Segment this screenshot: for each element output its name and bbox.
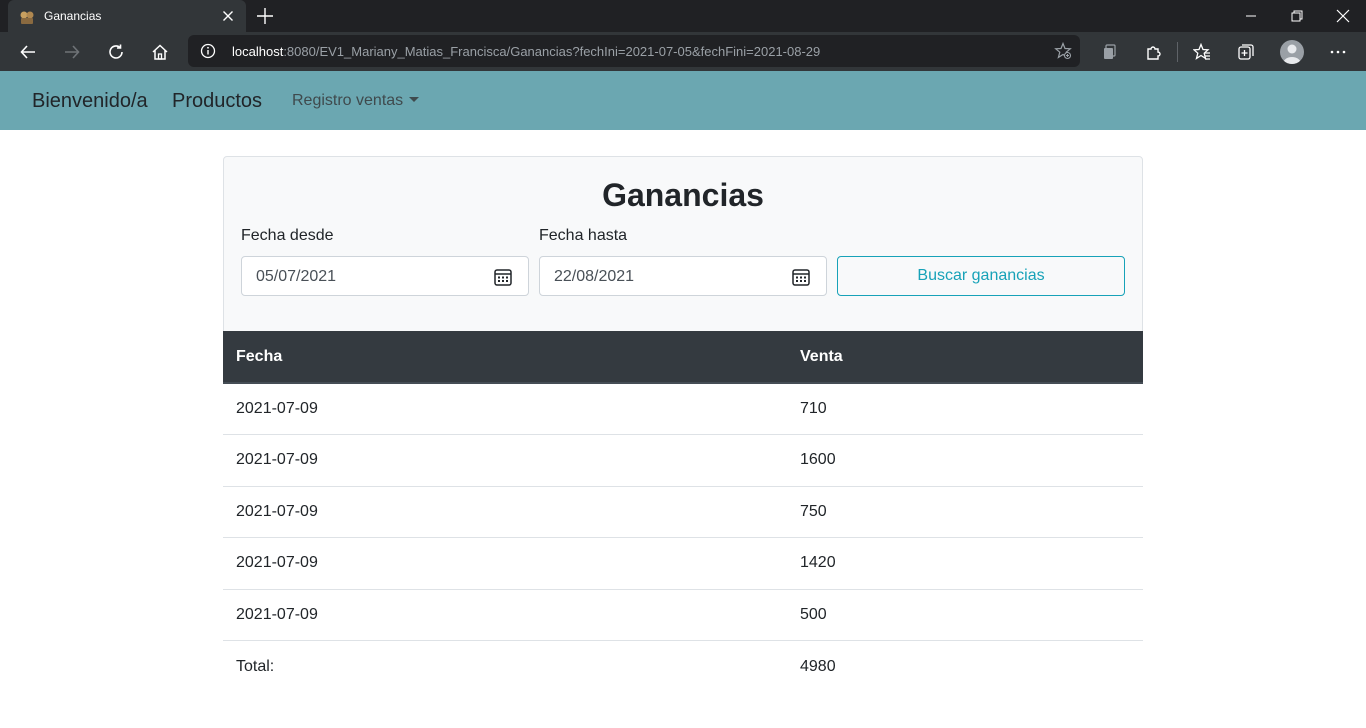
url-host: localhost — [232, 44, 284, 59]
back-arrow-icon — [20, 45, 35, 59]
cell-fecha: 2021-07-09 — [223, 434, 787, 487]
fecha-desde-label: Fecha desde — [241, 227, 334, 244]
page-title: Ganancias — [602, 177, 764, 213]
copy-pages-icon — [1104, 44, 1116, 59]
settings-menu-button[interactable] — [1323, 37, 1353, 67]
cell-fecha: 2021-07-09 — [223, 383, 787, 435]
site-favicon-icon — [20, 11, 34, 24]
cell-fecha: 2021-07-09 — [223, 537, 787, 590]
total-value: 4980 — [800, 657, 836, 675]
calendar-icon[interactable] — [493, 267, 513, 287]
forward-button[interactable] — [57, 37, 87, 67]
table-row: 2021-07-09 1420 — [223, 537, 1143, 590]
read-aloud-button[interactable] — [1094, 37, 1124, 67]
site-navbar: Bienvenido/a Productos Registro ventas — [0, 71, 1366, 130]
calendar-icon[interactable] — [791, 267, 811, 287]
caret-down-icon — [409, 97, 420, 102]
table-total-row: Total: 4980 — [223, 641, 1143, 693]
extensions-button[interactable] — [1139, 37, 1169, 67]
profile-avatar[interactable] — [1280, 40, 1304, 64]
table-row: 2021-07-09 750 — [223, 486, 1143, 538]
back-button[interactable] — [13, 37, 43, 67]
address-bar[interactable]: localhost:8080/EV1_Mariany_Matias_Franci… — [188, 35, 1080, 67]
navbar-brand[interactable]: Bienvenido/a — [32, 90, 148, 113]
search-card: Ganancias Fecha desde 05/07/2021 Fecha h… — [223, 156, 1143, 332]
header-fecha: Fecha — [223, 331, 787, 384]
reload-icon — [109, 44, 123, 59]
cell-venta: 500 — [787, 589, 1143, 641]
cell-venta: 1420 — [787, 537, 1143, 590]
nav-dropdown-label: Registro ventas — [292, 92, 404, 109]
table-row: 2021-07-09 500 — [223, 589, 1143, 641]
cell-venta: 710 — [787, 383, 1143, 435]
cell-venta: 750 — [787, 486, 1143, 538]
table-row: 2021-07-09 1600 — [223, 434, 1143, 487]
reload-button[interactable] — [101, 37, 131, 67]
toolbar-separator — [1177, 42, 1178, 62]
url-path: :8080/EV1_Mariany_Matias_Francisca/Ganan… — [283, 44, 821, 59]
close-window-button[interactable] — [1320, 0, 1366, 32]
more-dots-icon — [1330, 50, 1346, 54]
nav-dropdown-registro-ventas[interactable]: Registro ventas — [292, 92, 420, 110]
header-venta: Venta — [787, 331, 1143, 384]
fecha-desde-value: 05/07/2021 — [256, 268, 337, 285]
fecha-desde-input[interactable]: 05/07/2021 — [241, 256, 529, 296]
table-row: 2021-07-09 710 — [223, 383, 1143, 435]
new-tab-icon[interactable] — [254, 5, 276, 27]
browser-tab[interactable]: Ganancias — [8, 0, 246, 32]
cell-fecha: 2021-07-09 — [223, 589, 787, 641]
cell-venta: 1600 — [787, 434, 1143, 487]
favorites-button[interactable] — [1187, 37, 1217, 67]
minimize-button[interactable] — [1228, 0, 1274, 32]
address-url[interactable]: localhost:8080/EV1_Mariany_Matias_Franci… — [232, 44, 820, 59]
puzzle-extension-icon — [1147, 46, 1161, 60]
site-info-icon[interactable] — [200, 43, 216, 59]
home-button[interactable] — [145, 37, 175, 67]
table-header-row: Fecha Venta — [223, 331, 1143, 384]
collections-button[interactable] — [1231, 37, 1261, 67]
favorites-star-icon — [1193, 43, 1210, 60]
user-profile-icon — [1283, 44, 1301, 64]
browser-tab-bar: Ganancias — [0, 0, 1366, 32]
close-tab-icon[interactable] — [218, 6, 238, 26]
fecha-hasta-value: 22/08/2021 — [554, 268, 635, 285]
home-icon — [152, 44, 168, 60]
fecha-hasta-label: Fecha hasta — [539, 227, 628, 244]
nav-link-productos[interactable]: Productos — [172, 90, 262, 113]
forward-arrow-icon — [65, 45, 80, 59]
browser-toolbar: localhost:8080/EV1_Mariany_Matias_Franci… — [0, 32, 1366, 71]
total-label: Total: — [236, 657, 275, 675]
cell-fecha: 2021-07-09 — [223, 486, 787, 538]
tab-title: Ganancias — [44, 9, 102, 23]
fecha-hasta-input[interactable]: 22/08/2021 — [539, 256, 827, 296]
buscar-ganancias-button[interactable]: Buscar ganancias — [837, 256, 1125, 296]
restore-button[interactable] — [1274, 0, 1320, 32]
collections-icon — [1238, 44, 1254, 60]
ganancias-table: Fecha Venta 2021-07-09 710 2021-07-09 1600… — [223, 331, 1143, 692]
add-favorite-icon[interactable] — [1054, 42, 1072, 60]
